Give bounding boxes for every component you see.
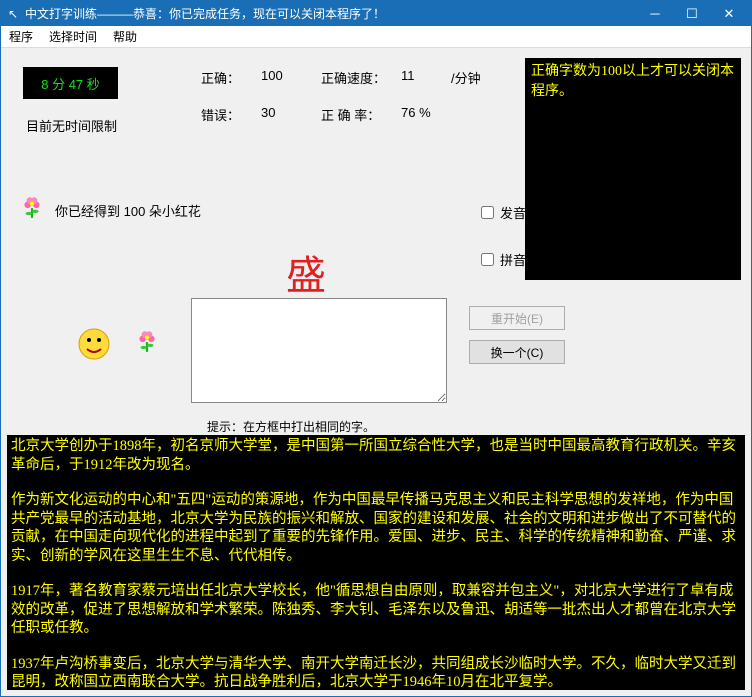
reward-row: 你已经得到 100 朵小红花 [19, 193, 201, 220]
error-label: 错误： [201, 105, 261, 124]
stats-panel: 正确： 100 正确速度： 11 /分钟 错误： 30 正 确 率： 76 % [201, 68, 501, 124]
correct-label: 正确： [201, 68, 261, 87]
article-p3: 1917年，著名教育家蔡元培出任北京大学校长，他"循思想自由原则，取兼容并包主义… [11, 582, 741, 638]
close-button[interactable]: ✕ [711, 4, 747, 24]
window-title: 中文打字训练———恭喜：你已完成任务，现在可以关闭本程序了！ [25, 5, 637, 22]
flower-icon [19, 194, 45, 220]
minimize-button[interactable]: ─ [637, 4, 673, 24]
time-limit-label: 目前无时间限制 [26, 116, 117, 135]
correct-value: 100 [261, 68, 321, 87]
hint-text: 提示：在方框中打出相同的字。 [207, 418, 375, 435]
reward-text: 你已经得到 100 朵小红花 [55, 201, 201, 220]
pinyin-checkbox[interactable] [481, 253, 494, 266]
rate-value: 76 % [401, 105, 451, 124]
emoji-icon [76, 326, 112, 370]
maximize-button[interactable]: ☐ [674, 4, 710, 24]
speed-label: 正确速度： [321, 68, 401, 87]
rate-label: 正 确 率： [321, 105, 401, 124]
article-p1: 北京大学创办于1898年，初名京师大学堂，是中国第一所国立综合性大学，也是当时中… [11, 437, 741, 474]
speed-value: 11 [401, 68, 451, 87]
sound-checkbox[interactable] [481, 206, 494, 219]
side-message-panel: 正确字数为100以上才可以关闭本程序。 [525, 58, 741, 280]
article-p2: 作为新文化运动的中心和"五四"运动的策源地，作为中国最早传播马克思主义和民主科学… [11, 491, 741, 565]
window-titlebar: ↖ 中文打字训练———恭喜：你已完成任务，现在可以关闭本程序了！ ─ ☐ ✕ [1, 1, 751, 26]
app-icon: ↖ [5, 6, 21, 22]
error-value: 30 [261, 105, 321, 124]
article-p4: 1937年卢沟桥事变后，北京大学与清华大学、南开大学南迁长沙，共同组成长沙临时大… [11, 655, 741, 690]
menu-help[interactable]: 帮助 [113, 28, 137, 45]
target-character: 盛 [286, 243, 326, 301]
timer-display: 8 分 47 秒 [23, 67, 118, 99]
flower-icon-small [134, 328, 160, 357]
menu-select-time[interactable]: 选择时间 [49, 28, 97, 45]
sound-text: 发音 [500, 203, 526, 222]
menu-program[interactable]: 程序 [9, 28, 33, 45]
typing-input[interactable] [191, 298, 447, 403]
next-button[interactable]: 换一个(C) [469, 340, 565, 364]
article-panel: 北京大学创办于1898年，初名京师大学堂，是中国第一所国立综合性大学，也是当时中… [7, 435, 745, 690]
menu-bar: 程序 选择时间 帮助 [1, 26, 751, 48]
speed-unit: /分钟 [451, 68, 501, 87]
restart-button[interactable]: 重开始(E) [469, 306, 565, 330]
